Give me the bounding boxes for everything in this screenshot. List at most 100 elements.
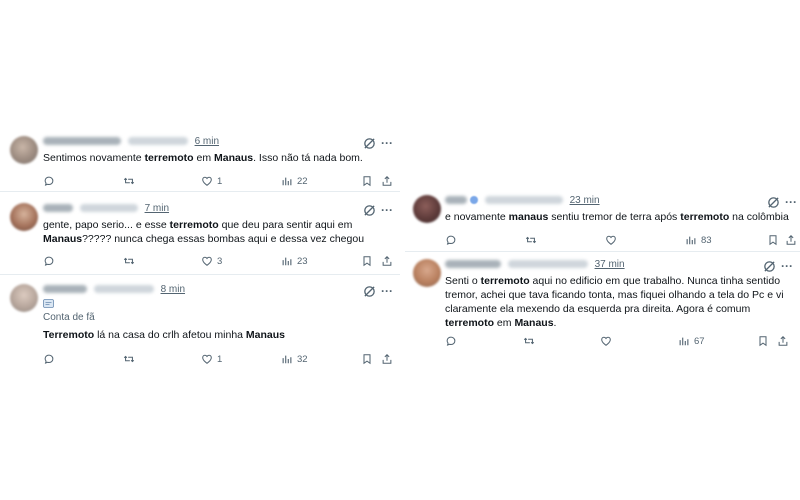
bookmark-button[interactable] <box>361 352 373 366</box>
ellipsis-icon[interactable]: ··· <box>785 195 797 209</box>
share-button[interactable] <box>381 352 393 366</box>
views-button[interactable]: 32 <box>281 352 308 366</box>
ellipsis-icon[interactable]: ··· <box>381 136 393 150</box>
retweet-icon <box>123 355 135 363</box>
grok-slash-circle-icon[interactable] <box>363 137 376 150</box>
speech-bubble-icon <box>446 336 456 346</box>
bookmark-button[interactable] <box>361 254 373 268</box>
tweet-meta: 7 min <box>43 203 169 214</box>
like-button[interactable] <box>600 334 612 348</box>
tweet-time[interactable]: 23 min <box>570 195 600 206</box>
reply-button[interactable] <box>445 233 457 247</box>
ellipsis-icon[interactable]: ··· <box>381 284 393 298</box>
views-button[interactable]: 23 <box>281 254 308 268</box>
bar-chart-icon <box>282 177 292 186</box>
ellipsis-icon[interactable]: ··· <box>381 203 393 217</box>
blurred-display-name[interactable] <box>445 196 467 205</box>
blurred-display-name[interactable] <box>43 137 121 146</box>
views-count: 83 <box>701 234 712 246</box>
retweet-icon <box>123 257 135 265</box>
share-button[interactable] <box>381 174 393 188</box>
tweet[interactable]: 8 min ··· Conta de fã Terremoto lá na ca… <box>0 284 400 374</box>
retweet-button[interactable] <box>123 254 135 268</box>
views-count: 67 <box>694 335 705 347</box>
bookmark-button[interactable] <box>757 334 769 348</box>
share-icon <box>778 335 788 346</box>
bookmark-button[interactable] <box>361 174 373 188</box>
grok-slash-circle-icon[interactable] <box>763 260 776 273</box>
views-count: 32 <box>297 353 308 365</box>
divider <box>0 274 400 275</box>
verified-badge-icon <box>470 196 478 205</box>
blurred-display-name[interactable] <box>43 204 73 213</box>
retweet-button[interactable] <box>123 352 135 366</box>
reply-button[interactable] <box>43 254 55 268</box>
heart-icon <box>202 256 212 266</box>
share-button[interactable] <box>777 334 789 348</box>
blurred-display-name[interactable] <box>43 285 87 294</box>
grok-slash-circle-icon[interactable] <box>767 196 780 209</box>
tweet[interactable]: 7 min ··· gente, papo serio... e esse te… <box>0 203 400 278</box>
tweet-actions: 83 <box>445 233 800 247</box>
views-button[interactable]: 67 <box>678 334 705 348</box>
retweet-button[interactable] <box>123 174 135 188</box>
grok-slash-circle-icon[interactable] <box>363 204 376 217</box>
tweet-time[interactable]: 37 min <box>595 259 625 270</box>
like-button[interactable] <box>605 233 617 247</box>
retweet-icon <box>523 337 535 345</box>
bookmark-icon <box>363 256 371 267</box>
retweet-button[interactable] <box>523 334 535 348</box>
right-screenshot-panel: 23 min ··· e novamente manaus sentiu tre… <box>405 185 800 360</box>
reply-button[interactable] <box>43 352 55 366</box>
speech-bubble-icon <box>44 354 54 364</box>
bar-chart-icon <box>686 236 696 245</box>
like-button[interactable]: 3 <box>201 254 222 268</box>
ellipsis-icon[interactable]: ··· <box>781 259 793 273</box>
avatar[interactable] <box>10 284 38 312</box>
tweet[interactable]: 37 min ··· Senti o terremoto aqui no edi… <box>405 259 800 359</box>
tweet[interactable]: 23 min ··· e novamente manaus sentiu tre… <box>405 195 800 255</box>
speech-bubble-icon <box>44 176 54 186</box>
tweet-text: Senti o terremoto aqui no edificio em qu… <box>445 275 784 329</box>
blurred-username[interactable] <box>127 137 188 146</box>
views-button[interactable]: 22 <box>281 174 308 188</box>
blurred-username[interactable] <box>93 285 154 294</box>
retweet-icon <box>123 177 135 185</box>
bookmark-button[interactable] <box>767 233 779 247</box>
tweet-time[interactable]: 8 min <box>161 284 185 295</box>
tweet-meta: 6 min <box>43 136 219 147</box>
share-button[interactable] <box>381 254 393 268</box>
avatar[interactable] <box>413 259 441 287</box>
avatar[interactable] <box>413 195 441 223</box>
speech-bubble-icon <box>44 256 54 266</box>
views-count: 23 <box>297 255 308 267</box>
views-count: 22 <box>297 175 308 187</box>
reply-button[interactable] <box>445 334 457 348</box>
like-button[interactable]: 1 <box>201 174 222 188</box>
like-button[interactable]: 1 <box>201 352 222 366</box>
tweet-time[interactable]: 6 min <box>195 136 219 147</box>
tweet-text: gente, papo serio... e esse terremoto qu… <box>43 219 365 245</box>
avatar[interactable] <box>10 203 38 231</box>
reply-button[interactable] <box>43 174 55 188</box>
blurred-username[interactable] <box>484 196 563 205</box>
share-icon <box>382 255 392 266</box>
grok-slash-circle-icon[interactable] <box>363 285 376 298</box>
avatar[interactable] <box>10 136 38 164</box>
heart-icon <box>202 176 212 186</box>
tweet[interactable]: 6 min ··· Sentimos novamente terremoto e… <box>0 136 400 196</box>
tweet-meta: 37 min <box>445 259 625 270</box>
bar-chart-icon <box>282 355 292 364</box>
tweet-time[interactable]: 7 min <box>145 203 169 214</box>
blurred-display-name[interactable] <box>445 260 501 269</box>
divider <box>405 251 800 252</box>
views-button[interactable]: 83 <box>685 233 712 247</box>
retweet-button[interactable] <box>525 233 537 247</box>
tweet-actions: 67 <box>445 334 800 348</box>
blurred-username[interactable] <box>507 260 588 269</box>
share-icon <box>382 175 392 186</box>
tweet-text: e novamente manaus sentiu tremor de terr… <box>445 211 789 223</box>
share-button[interactable] <box>785 233 797 247</box>
blurred-username[interactable] <box>79 204 138 213</box>
like-count: 3 <box>217 255 223 267</box>
